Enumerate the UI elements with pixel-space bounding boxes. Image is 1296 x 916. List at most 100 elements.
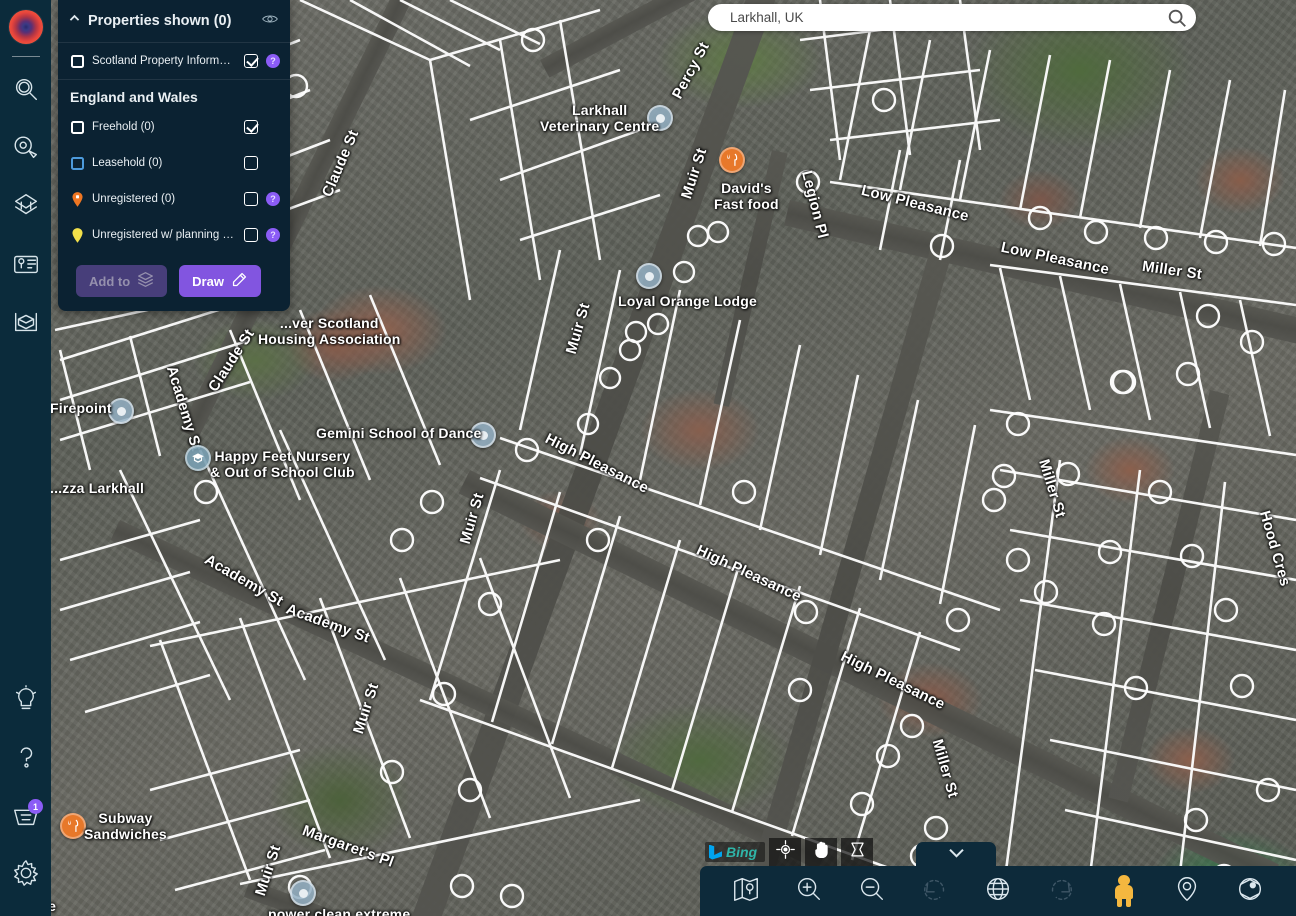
basemap-switcher-button[interactable] — [1229, 870, 1271, 912]
layers-3d-tool[interactable] — [0, 179, 51, 237]
chevron-up-icon[interactable] — [68, 12, 81, 30]
yellow-pin-icon — [70, 227, 84, 243]
lightbulb-icon — [11, 684, 41, 719]
question-mark-icon — [11, 742, 41, 777]
blue-dot-pin[interactable] — [636, 263, 662, 289]
basket-badge: 1 — [28, 799, 43, 814]
left-rail: 1 — [0, 0, 51, 916]
panel-header[interactable]: Properties shown (0) — [58, 0, 290, 43]
nursery-pin[interactable] — [185, 445, 211, 471]
locate-target-button[interactable] — [769, 838, 802, 866]
blue-dot-pin[interactable] — [108, 398, 134, 424]
blue-square-icon — [70, 155, 84, 171]
layer-checkbox-unregistered-planning[interactable] — [244, 228, 258, 242]
layer-checkbox-unregistered[interactable] — [244, 192, 258, 206]
zoom-out-button[interactable] — [851, 870, 893, 912]
globe-3d-icon — [983, 874, 1013, 909]
restaurant-pin[interactable] — [60, 813, 86, 839]
map-toolbar — [700, 866, 1296, 916]
hand-icon — [812, 840, 831, 864]
select-box-button[interactable] — [841, 838, 874, 866]
layer-label-leasehold: Leasehold (0) — [92, 157, 163, 169]
info-icon-scotland[interactable]: ? — [266, 54, 280, 68]
layer-checkbox-scotland[interactable] — [244, 54, 258, 68]
map-pin-icon — [1172, 874, 1202, 909]
zoom-in-button[interactable] — [788, 870, 830, 912]
layer-row-scotland[interactable]: Scotland Property Information... ? — [58, 43, 290, 80]
blue-dot-pin[interactable] — [290, 880, 316, 906]
eye-icon[interactable] — [262, 12, 278, 30]
draw-label: Draw — [192, 273, 224, 289]
zoom-out-icon — [857, 874, 887, 909]
help-tool[interactable] — [0, 730, 51, 788]
select-box-icon — [848, 840, 867, 864]
restaurant-pin[interactable] — [719, 147, 745, 173]
gear-icon — [11, 858, 41, 893]
layer-row-leasehold[interactable]: Leasehold (0) ? — [58, 145, 290, 181]
map-view-button[interactable] — [725, 870, 767, 912]
white-square-icon — [70, 119, 84, 135]
info-icon-unregistered[interactable]: ? — [266, 192, 280, 206]
sitemap-tool[interactable] — [0, 295, 51, 353]
place-marker-button[interactable] — [1166, 870, 1208, 912]
folded-map-icon — [731, 874, 761, 909]
layer-row-unregistered-planning[interactable]: Unregistered w/ planning (0) ? — [58, 217, 290, 253]
layer-label-unregistered-planning: Unregistered w/ planning (0) — [92, 229, 236, 241]
layer-row-unregistered[interactable]: Unregistered (0) ? — [58, 181, 290, 217]
pegman-icon — [1115, 875, 1134, 907]
dashboard-tool[interactable] — [0, 237, 51, 295]
zoom-in-icon — [794, 874, 824, 909]
map-application: Percy St Muir St Muir St Muir St Muir St Muir… — [0, 0, 1296, 916]
tape-measure-icon — [11, 133, 41, 168]
stack-icon — [137, 271, 154, 291]
dashboard-icon — [11, 249, 41, 284]
white-square-icon — [70, 53, 84, 69]
panel-actions: Add to Draw — [58, 253, 290, 303]
crosshair-icon — [775, 840, 795, 864]
orange-pin-icon — [70, 191, 84, 207]
map-cube-icon — [11, 307, 41, 342]
page-title: Properties shown (0) — [88, 13, 232, 29]
ideas-tool[interactable] — [0, 672, 51, 730]
basket-tool[interactable]: 1 — [0, 788, 51, 846]
add-to-button[interactable]: Add to — [76, 265, 168, 297]
info-icon-unregistered-planning[interactable]: ? — [266, 228, 280, 242]
search-icon[interactable] — [1166, 7, 1188, 29]
pan-hand-button[interactable] — [805, 838, 838, 866]
measure-tool[interactable] — [0, 121, 51, 179]
magnifier-icon — [11, 75, 41, 110]
rotate-ccw-icon — [920, 874, 950, 909]
app-logo[interactable] — [8, 10, 43, 44]
properties-shown-panel: Properties shown (0) Scotland Property I… — [58, 0, 290, 311]
layer-checkbox-leasehold[interactable] — [244, 156, 258, 170]
street-view-pegman-button[interactable] — [1103, 870, 1145, 912]
toggle-3d-button[interactable] — [977, 870, 1019, 912]
3d-layer-icon — [11, 191, 41, 226]
attribution-bar: Bing — [705, 838, 874, 866]
bing-mark-icon — [709, 844, 722, 860]
rotate-cw-icon — [1046, 874, 1076, 909]
pencil-icon — [231, 271, 248, 291]
add-to-label: Add to — [89, 273, 131, 289]
rail-divider — [11, 56, 40, 57]
layer-checkbox-freehold[interactable] — [244, 120, 258, 134]
rotate-right-button[interactable] — [1040, 870, 1082, 912]
layer-label-unregistered: Unregistered (0) — [92, 193, 176, 205]
search-tool[interactable] — [0, 63, 51, 121]
toolbar-expand-tab[interactable] — [916, 842, 996, 868]
layer-row-freehold[interactable]: Freehold (0) ? — [58, 109, 290, 145]
settings-tool[interactable] — [0, 846, 51, 904]
section-title-england-wales: England and Wales — [70, 89, 198, 105]
search-bar[interactable] — [708, 4, 1196, 31]
globe-layers-icon — [1235, 874, 1265, 909]
blue-dot-pin[interactable] — [470, 422, 496, 448]
bing-label: Bing — [726, 844, 758, 860]
search-input[interactable] — [730, 10, 1166, 25]
bing-logo: Bing — [705, 842, 766, 862]
chevron-down-icon — [947, 846, 966, 864]
layer-label-scotland: Scotland Property Information... — [92, 55, 236, 67]
blue-dot-pin[interactable] — [647, 105, 673, 131]
layer-label-freehold: Freehold (0) — [92, 121, 155, 133]
rotate-left-button[interactable] — [914, 870, 956, 912]
draw-button[interactable]: Draw — [179, 265, 261, 297]
